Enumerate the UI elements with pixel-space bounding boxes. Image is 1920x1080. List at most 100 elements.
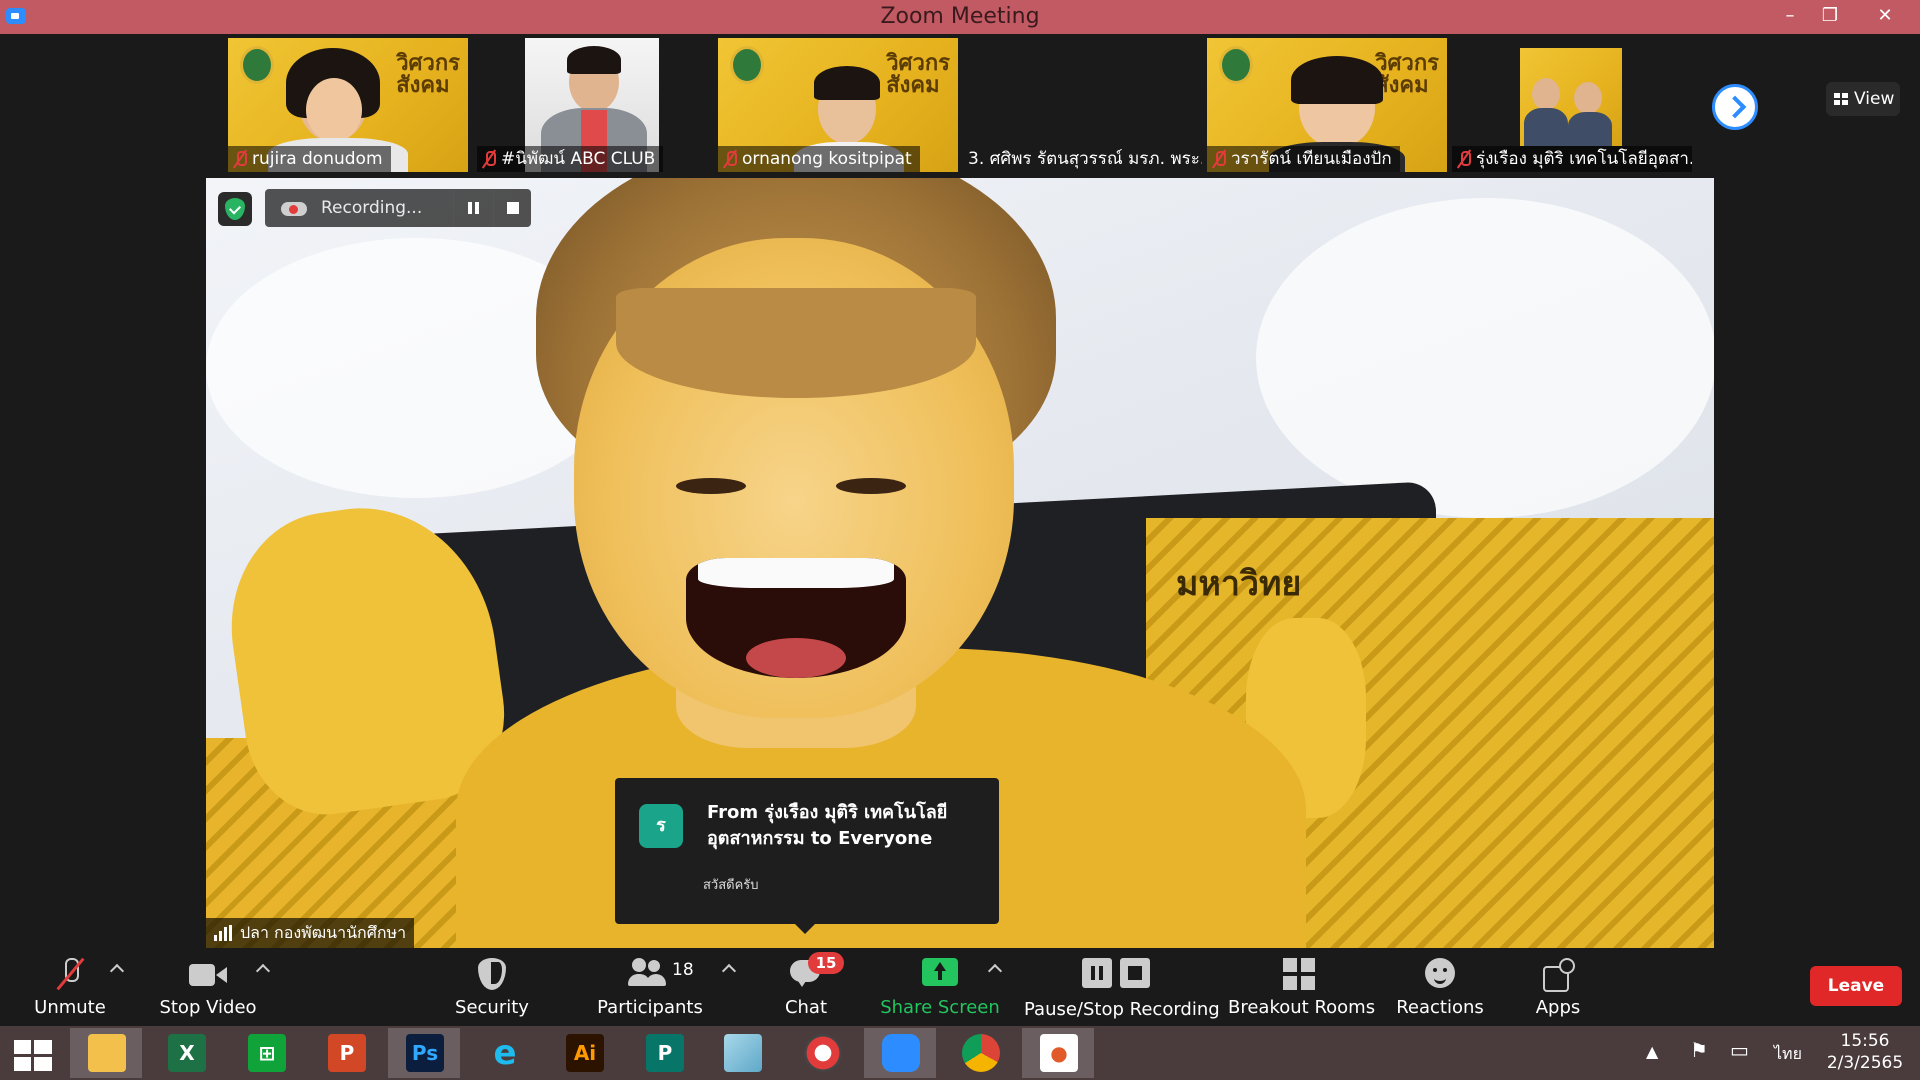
next-page-arrow-icon[interactable]: [1712, 84, 1758, 130]
participant-thumbnail[interactable]: วิศวกร สังคม วรารัตน์ เทียนเมืองปัก: [1207, 38, 1447, 172]
participant-thumbnail[interactable]: รุ่งเรือง มุติริ เทคโนโลยีอุตสา...: [1452, 38, 1692, 172]
breakout-rooms-label: Breakout Rooms: [1228, 997, 1376, 1018]
participant-thumbnail[interactable]: #นิพัฒน์ ABC CLUB: [477, 38, 713, 172]
taskbar-notepad[interactable]: [706, 1028, 778, 1078]
tray-overflow-chevron-icon[interactable]: ▲: [1646, 1042, 1658, 1080]
restore-button[interactable]: ❐: [1810, 0, 1850, 32]
share-screen-button[interactable]: Share Screen: [880, 950, 1000, 1032]
security-label: Security: [455, 997, 529, 1018]
participant-name-label: ornanong kositpipat: [718, 146, 920, 172]
taskbar-photoscape[interactable]: [786, 1028, 858, 1078]
participant-name-label: รุ่งเรือง มุติริ เทคโนโลยีอุตสา...: [1452, 146, 1692, 172]
participant-thumbnail[interactable]: วิศวกร สังคม rujira donudom: [228, 38, 468, 172]
mic-muted-icon: [1458, 150, 1471, 168]
security-shield-icon: [478, 958, 506, 990]
stop-recording-icon[interactable]: [493, 189, 531, 227]
recording-indicator: Recording...: [265, 189, 531, 227]
university-seal-icon: [1219, 46, 1253, 84]
publisher-icon: P: [646, 1034, 684, 1072]
speaker-name-label: ปลา กองพัฒนานักศึกษา: [206, 918, 415, 948]
reactions-button[interactable]: Reactions: [1390, 950, 1490, 1032]
participant-thumbnail[interactable]: วิศวกร สังคม ornanong kositpipat: [718, 38, 958, 172]
taskbar-internet-explorer[interactable]: e: [468, 1028, 540, 1078]
mic-muted-icon: [234, 150, 247, 168]
taskbar-file-explorer[interactable]: [70, 1028, 142, 1078]
stop-video-label: Stop Video: [159, 997, 257, 1018]
taskbar-photoshop[interactable]: Ps: [388, 1028, 460, 1078]
microphone-muted-icon: [59, 958, 81, 992]
cloud-recording-icon: [281, 200, 307, 216]
view-label: View: [1854, 89, 1895, 109]
window-title: Zoom Meeting: [880, 4, 1040, 29]
taskbar-chrome[interactable]: [944, 1028, 1016, 1078]
minimize-button[interactable]: –: [1770, 0, 1810, 32]
university-seal-icon: [240, 46, 274, 84]
chat-notification[interactable]: ร From รุ่งเรือง มุติริ เทคโนโลยีอุตสาหก…: [615, 778, 999, 934]
participants-label: Participants: [597, 997, 703, 1018]
network-icon[interactable]: ▭: [1730, 1038, 1749, 1080]
internet-explorer-icon: e: [493, 1033, 517, 1073]
taskbar-illustrator[interactable]: Ai: [548, 1028, 620, 1078]
pause-stop-recording-button[interactable]: Pause/Stop Recording: [1024, 950, 1220, 1032]
apps-icon: [1543, 958, 1575, 992]
security-button[interactable]: Security: [442, 950, 542, 1032]
store-bag-icon: ⊞: [248, 1034, 286, 1072]
photoshop-icon: Ps: [406, 1034, 444, 1072]
apps-button[interactable]: Apps: [1518, 950, 1598, 1032]
windows-logo-icon: [14, 1040, 52, 1072]
participant-name-label: #นิพัฒน์ ABC CLUB: [477, 146, 664, 172]
taskbar-presentation[interactable]: ●: [1022, 1028, 1094, 1078]
chat-sender-line: From รุ่งเรือง มุติริ เทคโนโลยีอุตสาหกรร…: [707, 802, 948, 849]
participant-name-label: 3. ศศิพร รัตนสุวรรณ์ มรภ. พระ...: [968, 149, 1202, 169]
chrome-icon: [962, 1034, 1000, 1072]
clock-time: 15:56: [1840, 1031, 1890, 1051]
title-bar: Zoom Meeting – ❐ ✕: [0, 0, 1920, 34]
pause-recording-icon[interactable]: [453, 189, 491, 227]
taskbar-publisher[interactable]: P: [628, 1028, 700, 1078]
excel-icon: X: [168, 1034, 206, 1072]
taskbar-excel[interactable]: X: [150, 1028, 222, 1078]
pause-stop-icon: [1082, 958, 1150, 988]
folder-icon: [88, 1034, 126, 1072]
unmute-label: Unmute: [34, 997, 106, 1018]
clock-date: 2/3/2565: [1826, 1053, 1904, 1073]
unmute-button[interactable]: Unmute: [20, 950, 120, 1032]
encryption-shield-icon[interactable]: [218, 192, 252, 226]
breakout-rooms-grid-icon: [1283, 958, 1315, 990]
taskbar-zoom[interactable]: [864, 1028, 936, 1078]
stop-video-button[interactable]: Stop Video: [150, 950, 266, 1032]
participants-count: 18: [672, 960, 694, 980]
zoom-window: Zoom Meeting – ❐ ✕ วิศวกร สังคม rujira d…: [0, 0, 1920, 1080]
start-button[interactable]: [0, 1028, 72, 1078]
action-center-flag-icon[interactable]: ⚑: [1690, 1038, 1708, 1080]
mic-muted-icon: [483, 150, 496, 168]
input-language[interactable]: ไทย: [1774, 1042, 1802, 1080]
participant-strip: วิศวกร สังคม rujira donudom #นิพัฒน์ ABC…: [0, 34, 1920, 174]
pause-stop-recording-label: Pause/Stop Recording: [1024, 999, 1220, 1020]
reaction-smiley-icon: [1425, 958, 1455, 988]
chat-label: Chat: [784, 997, 828, 1018]
grid-view-icon: [1834, 93, 1848, 105]
participants-button[interactable]: 18 Participants: [594, 950, 706, 1032]
video-camera-icon: [189, 964, 227, 988]
mic-muted-icon: [1213, 150, 1226, 168]
illustrator-icon: Ai: [566, 1034, 604, 1072]
meeting-controls: Unmute Stop Video Security 18 Participan…: [0, 950, 1920, 1032]
breakout-rooms-button[interactable]: Breakout Rooms: [1228, 950, 1376, 1032]
participants-options-chevron-icon[interactable]: [721, 963, 737, 979]
close-button[interactable]: ✕: [1860, 0, 1910, 32]
connection-signal-icon: [214, 925, 232, 941]
recording-label: Recording...: [321, 198, 423, 218]
taskbar-store[interactable]: ⊞: [230, 1028, 302, 1078]
taskbar-powerpoint[interactable]: P: [310, 1028, 382, 1078]
participant-thumbnail[interactable]: 3. ศศิพร รัตนสุวรรณ์ มรภ. พระ...: [962, 38, 1202, 172]
chat-unread-badge: 15: [808, 952, 844, 974]
apps-label: Apps: [1535, 997, 1581, 1018]
windows-taskbar: X ⊞ P Ps e Ai P ● ▲ ⚑ ▭ ไทย 15:56 2/3/25…: [0, 1026, 1920, 1080]
poster-text: วิศวกร สังคม: [1375, 50, 1439, 98]
participants-icon: [628, 958, 666, 988]
leave-button[interactable]: Leave: [1810, 966, 1902, 1006]
university-seal-icon: [730, 46, 764, 84]
taskbar-clock[interactable]: 15:56 2/3/2565: [1810, 1030, 1920, 1074]
view-button[interactable]: View: [1826, 82, 1900, 116]
